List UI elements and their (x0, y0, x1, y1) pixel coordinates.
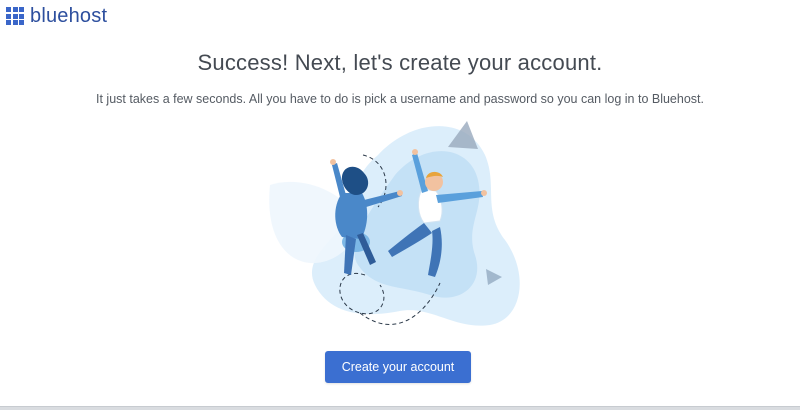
celebrating-people-illustration (269, 121, 520, 326)
brand-logo[interactable]: bluehost (6, 5, 107, 27)
success-page: bluehost Success! Next, let's create you… (0, 0, 800, 410)
page-title: Success! Next, let's create your account… (197, 50, 603, 75)
create-account-button[interactable]: Create your account (325, 351, 471, 383)
bottom-divider (0, 406, 800, 410)
page-subtitle: It just takes a few seconds. All you hav… (96, 92, 704, 106)
brand-name: bluehost (30, 5, 108, 27)
grid-logo-icon (6, 7, 24, 25)
